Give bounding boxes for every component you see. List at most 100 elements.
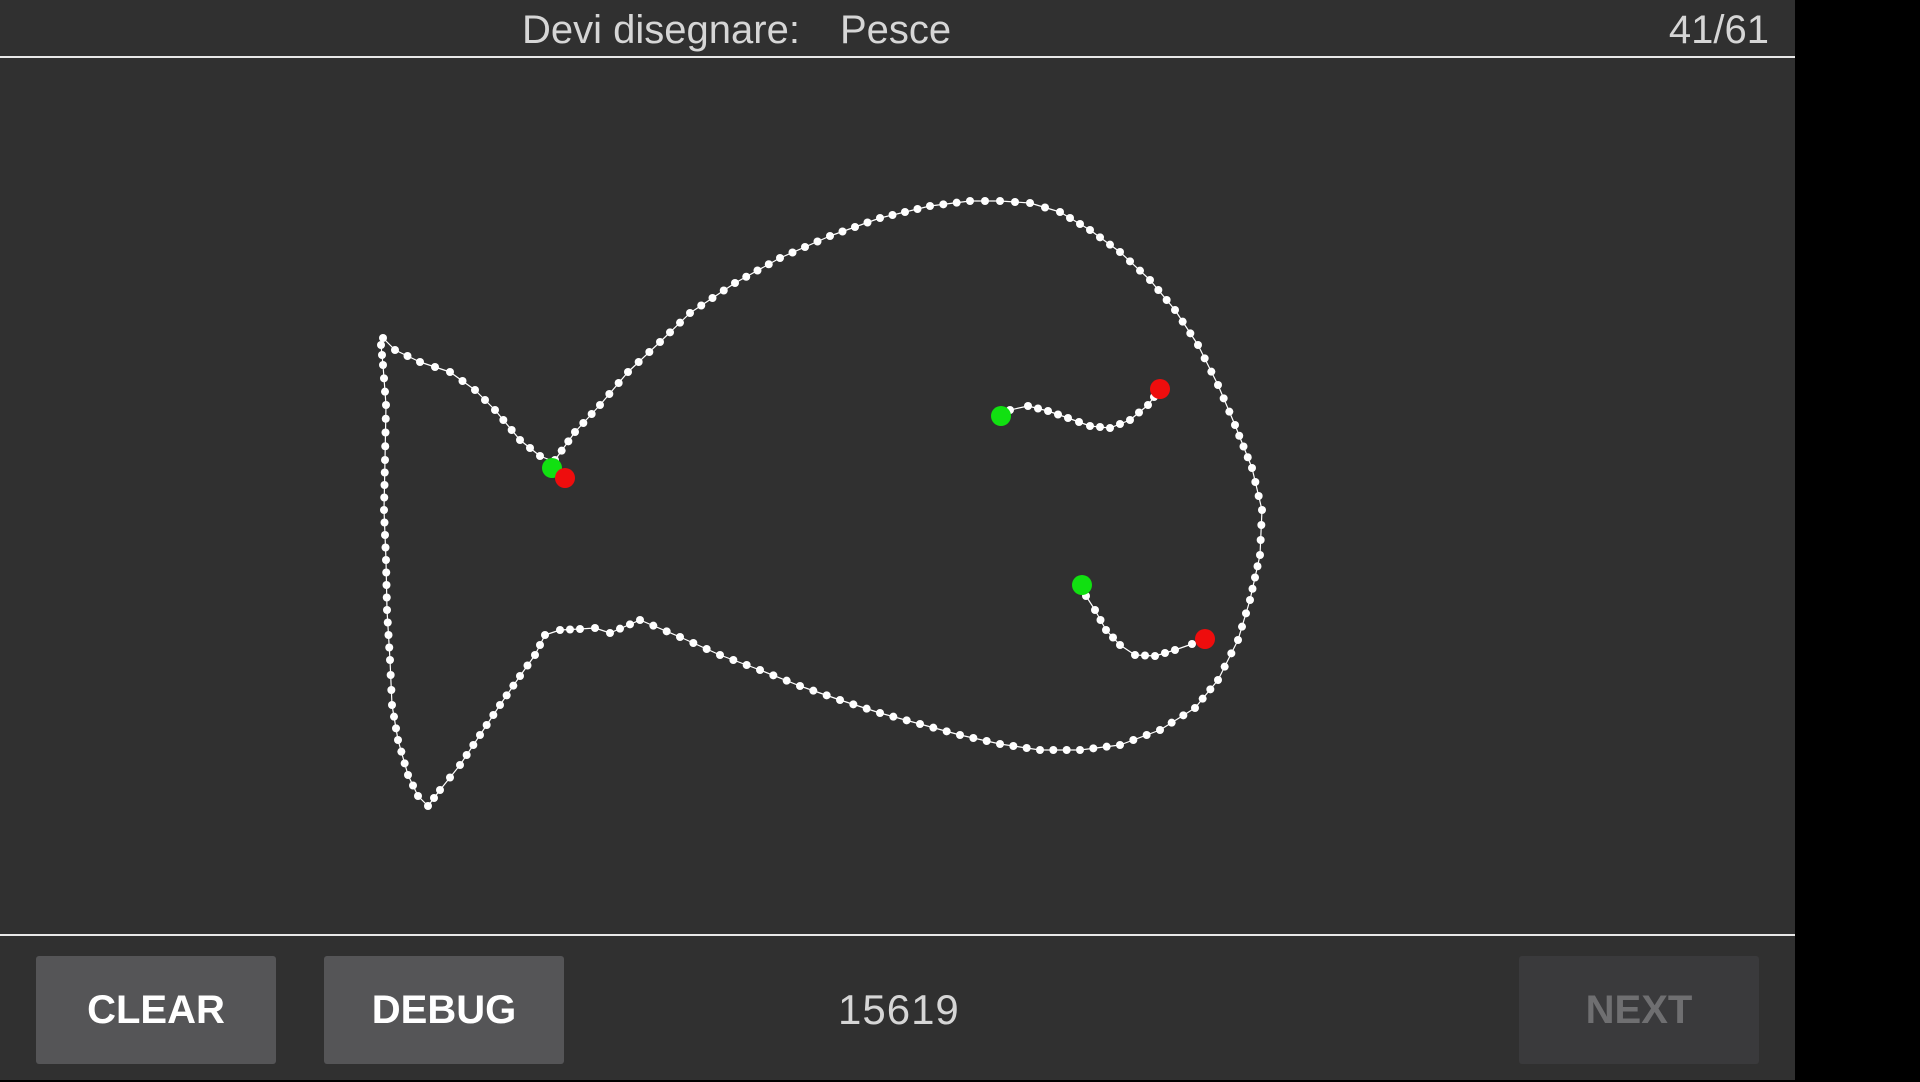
stroke-point xyxy=(1096,423,1104,431)
stroke-point xyxy=(926,202,934,210)
stroke-point xyxy=(996,740,1004,748)
stroke-point xyxy=(1254,492,1263,500)
drawing-canvas[interactable] xyxy=(0,58,1795,934)
stroke-point xyxy=(1167,718,1176,727)
stroke-point xyxy=(889,712,898,721)
stroke-point xyxy=(916,720,924,728)
stroke-point xyxy=(888,211,897,219)
stroke-point xyxy=(380,374,388,383)
stroke-point xyxy=(1188,640,1196,648)
stroke-point xyxy=(1206,685,1215,694)
stroke-point xyxy=(1156,726,1164,734)
stroke-point xyxy=(813,237,822,246)
stroke-point xyxy=(1191,704,1199,712)
stroke-point xyxy=(1066,214,1074,222)
app-window: Devi disegnare: Pesce 41/61 CLEAR DEBUG … xyxy=(0,0,1795,1080)
next-button[interactable]: NEXT xyxy=(1519,956,1759,1064)
stroke-point xyxy=(902,716,911,725)
stroke-point xyxy=(742,661,751,669)
stroke-line-1 xyxy=(380,200,1263,807)
stroke-point xyxy=(381,442,390,451)
stroke-point xyxy=(587,410,596,418)
stroke-point xyxy=(1251,478,1260,486)
stroke-point xyxy=(634,358,643,366)
stroke-point xyxy=(606,629,614,637)
stroke-point xyxy=(1225,407,1234,416)
debug-button[interactable]: DEBUG xyxy=(324,956,564,1064)
stroke-point xyxy=(1041,203,1049,212)
clear-button[interactable]: CLEAR xyxy=(36,956,276,1064)
stroke-point xyxy=(382,556,390,564)
stroke-start-marker xyxy=(991,406,1011,426)
stroke-point xyxy=(392,724,400,733)
prompt-word: Pesce xyxy=(840,8,952,52)
stroke-point xyxy=(446,773,454,782)
stroke-point xyxy=(1214,381,1222,389)
stroke-point xyxy=(1024,402,1032,410)
stroke-point xyxy=(1239,442,1248,451)
stroke-point xyxy=(564,437,573,446)
stroke-point xyxy=(1062,746,1071,754)
stroke-point xyxy=(382,568,391,577)
stroke-point xyxy=(851,223,859,231)
stroke-point xyxy=(1096,616,1105,624)
stroke-point xyxy=(377,341,385,349)
stroke-point xyxy=(809,686,818,695)
stroke-point xyxy=(676,318,684,327)
stroke-point xyxy=(719,286,728,295)
stroke-point xyxy=(1102,626,1110,634)
stroke-point xyxy=(686,309,694,317)
stroke-point xyxy=(489,711,498,719)
stroke-point xyxy=(645,348,654,356)
stroke-point xyxy=(1142,731,1151,739)
stroke-point xyxy=(1257,521,1266,529)
stroke-point xyxy=(383,606,391,614)
stroke-point xyxy=(507,426,516,434)
stroke-point xyxy=(929,723,938,732)
stroke-point xyxy=(1154,286,1163,294)
stroke-point xyxy=(769,671,778,680)
stroke-point xyxy=(456,761,464,769)
stroke-point xyxy=(742,272,751,281)
stroke-point xyxy=(397,747,406,756)
stroke-point xyxy=(1044,407,1052,415)
stroke-point xyxy=(382,581,391,589)
stroke-point xyxy=(388,701,396,709)
stroke-point xyxy=(446,368,454,376)
drawing-surface[interactable] xyxy=(0,58,1795,934)
stroke-point xyxy=(378,351,386,359)
stroke-point xyxy=(430,794,438,802)
stroke-point xyxy=(697,301,706,310)
stroke-point xyxy=(1178,317,1187,326)
stroke-point xyxy=(863,218,872,227)
stroke-point xyxy=(414,792,422,800)
stroke-point xyxy=(1126,257,1134,266)
stroke-point xyxy=(616,624,624,633)
stroke-point xyxy=(1220,662,1229,671)
stroke-point xyxy=(566,625,574,634)
stroke-point xyxy=(380,506,388,514)
stroke-point xyxy=(1186,329,1195,338)
prompt-label: Devi disegnare: xyxy=(522,8,800,52)
stroke-point xyxy=(1151,652,1159,660)
stroke-point xyxy=(1198,694,1207,703)
stroke-point xyxy=(385,643,394,652)
stroke-end-marker xyxy=(555,468,575,488)
stroke-point xyxy=(482,721,491,729)
stroke-point xyxy=(1219,394,1228,403)
stroke-point xyxy=(386,656,394,664)
stroke-point xyxy=(624,368,632,376)
stroke-point xyxy=(1179,711,1188,720)
stroke-point xyxy=(1076,746,1084,754)
stroke-point xyxy=(614,379,623,387)
stroke-point xyxy=(776,254,784,262)
stroke-point xyxy=(1106,240,1114,249)
strokes-layer xyxy=(377,197,1266,810)
stroke-point xyxy=(390,712,398,721)
stroke-point xyxy=(1116,248,1124,256)
stroke-point xyxy=(1253,562,1262,571)
stroke-point xyxy=(576,625,584,633)
stroke-point xyxy=(626,620,634,629)
stroke-point xyxy=(400,759,409,768)
stroke-point xyxy=(471,386,479,394)
